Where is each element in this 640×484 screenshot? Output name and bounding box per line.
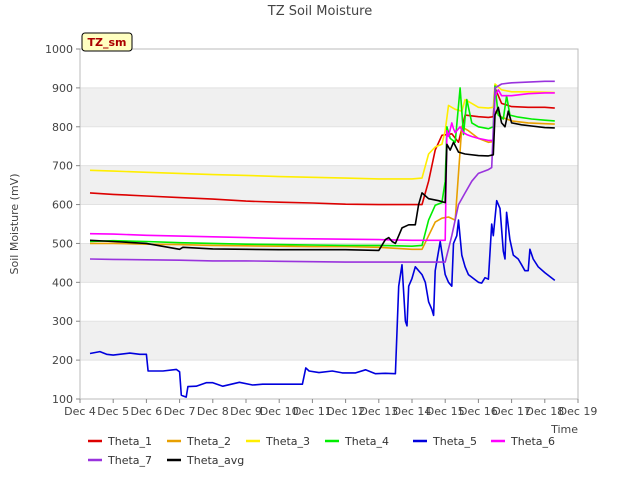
x-tick-label: Dec 5 bbox=[97, 405, 129, 418]
legend-label-theta-5: Theta_5 bbox=[432, 435, 477, 448]
line-chart: TZ Soil Moisture 10020030040050060070080… bbox=[0, 0, 640, 480]
x-tick-label: Dec 4 bbox=[64, 405, 96, 418]
legend-label-theta-1: Theta_1 bbox=[107, 435, 152, 448]
x-tick-label: Dec 8 bbox=[197, 405, 229, 418]
legend-label-theta-7: Theta_7 bbox=[107, 454, 152, 467]
legend-label-theta-avg: Theta_avg bbox=[186, 454, 244, 467]
legend-label-theta-2: Theta_2 bbox=[186, 435, 231, 448]
site-badge: TZ_sm bbox=[81, 32, 133, 52]
x-tick-label: Dec 6 bbox=[131, 405, 163, 418]
x-tick-label: Dec 19 bbox=[559, 405, 598, 418]
chart-title: TZ Soil Moisture bbox=[267, 4, 373, 19]
grid-band bbox=[80, 165, 578, 205]
y-tick-label: 500 bbox=[52, 237, 73, 250]
y-tick-label: 700 bbox=[52, 160, 73, 173]
x-tick-label: Dec 9 bbox=[230, 405, 262, 418]
y-tick-label: 1000 bbox=[45, 43, 73, 56]
y-tick-label: 400 bbox=[52, 276, 73, 289]
grid-band bbox=[80, 321, 578, 361]
y-axis-label: Soil Moisture (mV) bbox=[8, 174, 21, 275]
x-tick-label: Dec 7 bbox=[164, 405, 196, 418]
y-tick-label: 800 bbox=[52, 121, 73, 134]
legend-label-theta-4: Theta_4 bbox=[344, 435, 389, 448]
y-tick-label: 200 bbox=[52, 354, 73, 367]
grid-band bbox=[80, 87, 578, 127]
site-badge-label: TZ_sm bbox=[88, 36, 127, 49]
y-tick-label: 300 bbox=[52, 315, 73, 328]
y-tick-label: 600 bbox=[52, 199, 73, 212]
legend-label-theta-3: Theta_3 bbox=[265, 435, 310, 448]
chart-root: TZ Soil Moisture 100 200 300 400 500 600 700 80… bbox=[0, 0, 640, 480]
legend-label-theta-6: Theta_6 bbox=[510, 435, 555, 448]
y-tick-label: 900 bbox=[52, 82, 73, 95]
